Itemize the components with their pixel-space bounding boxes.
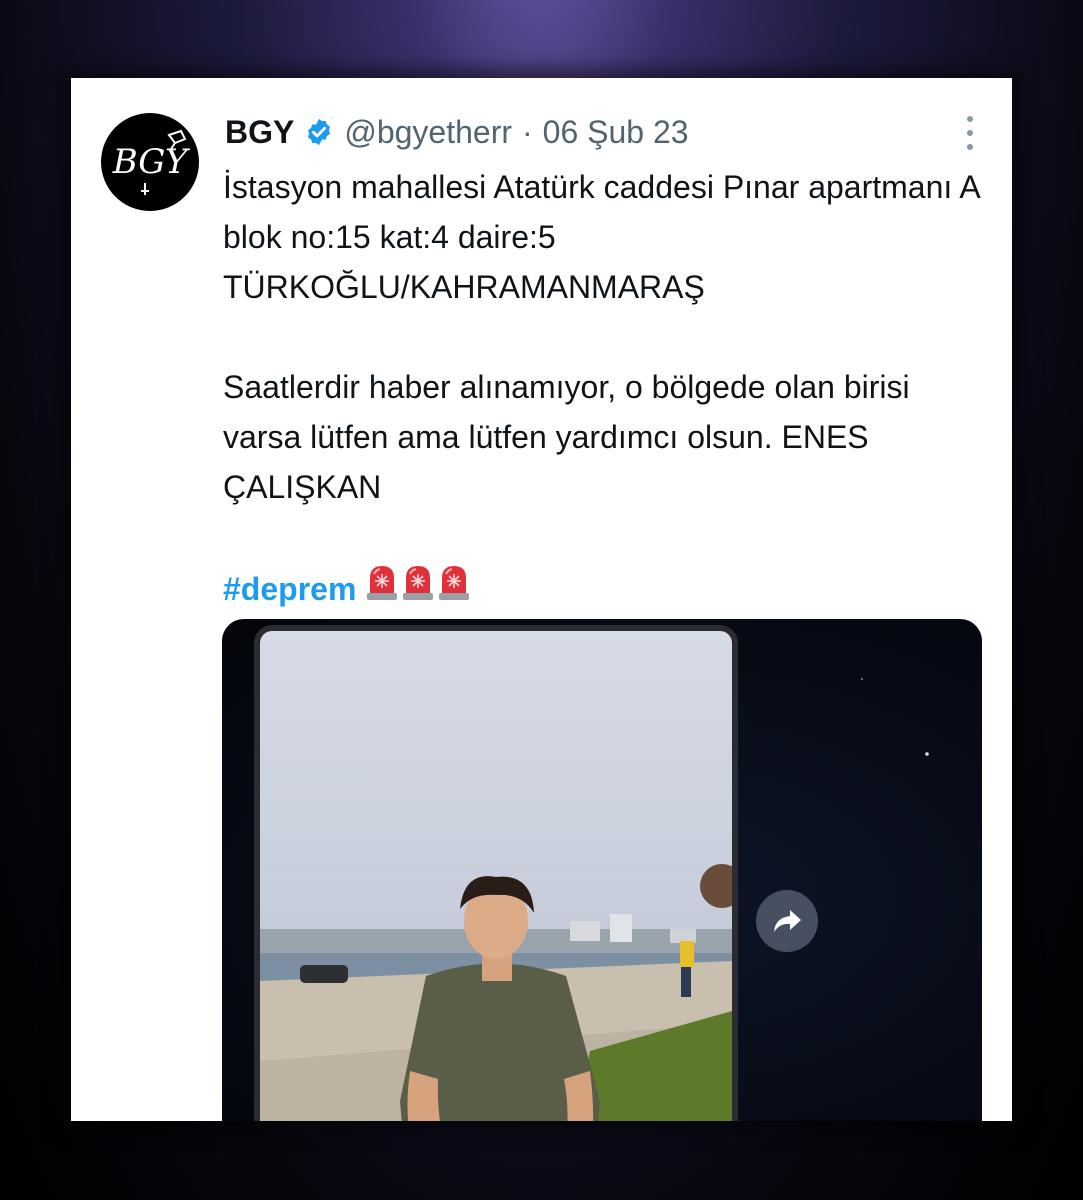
verified-badge-icon [308, 118, 331, 146]
siren-emoji-group [364, 562, 472, 616]
photo-of-person [260, 631, 732, 1121]
share-button[interactable] [756, 890, 818, 952]
tweet-date[interactable]: 06 Şub 23 [543, 114, 689, 151]
police-siren-emoji-icon [403, 566, 434, 600]
hashtag-link[interactable]: #deprem [223, 564, 356, 614]
tweet-paragraph: Saatlerdir haber alınamıyor, o bölgede o… [223, 369, 910, 505]
tweet-card[interactable]: BGY BGY @bgyetherr · 06 Şub 23 İstasyon … [71, 78, 1012, 1121]
tweet-paragraph: İstasyon mahallesi Atatürk caddesi Pınar… [223, 169, 979, 305]
handle[interactable]: @bgyetherr [344, 114, 512, 151]
police-siren-emoji-icon [367, 566, 398, 600]
display-name[interactable]: BGY [225, 114, 294, 151]
phone-frame [254, 625, 738, 1121]
avatar-logo-text: BGY [112, 142, 191, 182]
separator-dot: · [522, 113, 533, 150]
avatar-logo-icon: BGY [112, 129, 191, 195]
police-siren-emoji-icon [439, 566, 470, 600]
share-arrow-icon [774, 910, 801, 932]
tweet-body: İstasyon mahallesi Atatürk caddesi Pınar… [223, 162, 993, 616]
beach-photo-illustration [260, 864, 732, 1121]
more-options-icon[interactable] [966, 116, 974, 150]
hashtag-line: #deprem [223, 562, 993, 616]
tweet-media-image[interactable] [222, 619, 982, 1121]
tweet-header: BGY @bgyetherr · 06 Şub 23 [225, 108, 972, 156]
avatar[interactable]: BGY [101, 113, 199, 211]
